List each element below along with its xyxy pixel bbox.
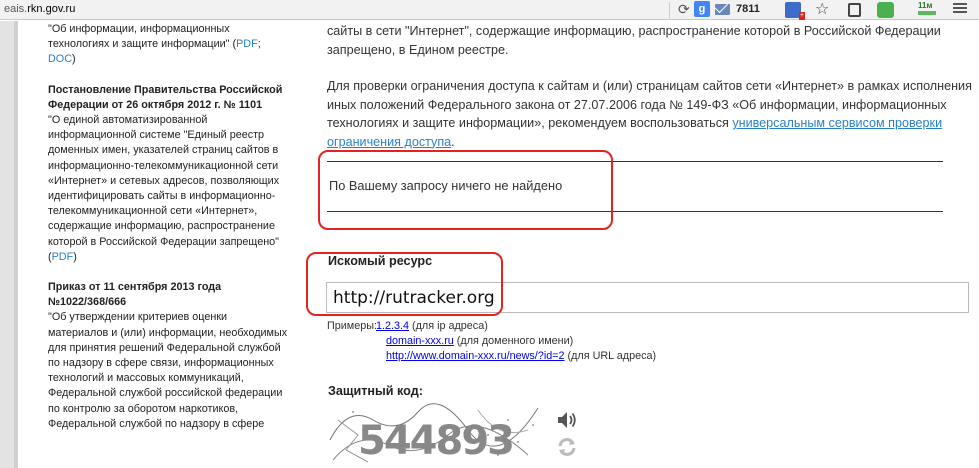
- bookmark-star-icon[interactable]: ☆: [815, 0, 829, 19]
- doc-order-title: Приказ от 11 сентября 2013 года №1022/36…: [48, 281, 222, 309]
- google-extension-icon[interactable]: g: [694, 1, 710, 17]
- highlight-resource: [306, 252, 503, 316]
- sidebar-doc-resolution: Постановление Правительства Российской Ф…: [48, 83, 290, 265]
- doc-law-end: ): [72, 53, 76, 66]
- check-end: .: [451, 134, 455, 149]
- speed-label: 11м: [918, 1, 933, 10]
- sidebar-doc-law: "Об информации, информационных технологи…: [48, 22, 290, 68]
- extension-badge: +: [798, 12, 805, 20]
- audio-captcha-icon[interactable]: [556, 410, 578, 435]
- example-domain-link[interactable]: domain-xxx.ru: [386, 335, 454, 347]
- intro-paragraph: сайты в сети "Интернет", содержащие инфо…: [327, 24, 941, 57]
- example-domain: domain-xxx.ru (для доменного имени): [386, 334, 573, 349]
- url-prefix: eais.: [4, 3, 28, 15]
- mail-count: 7811: [736, 3, 760, 15]
- example-ip: 1.2.3.4 (для ip адреса): [376, 319, 488, 334]
- reload-icon[interactable]: ⟳: [678, 1, 690, 18]
- sidebar-documents: "Об информации, информационных технологи…: [48, 22, 290, 447]
- example-url-link[interactable]: http://www.domain-xxx.ru/news/?id=2: [386, 350, 565, 362]
- doc-law-separator: ;: [257, 38, 261, 51]
- example-url: http://www.domain-xxx.ru/news/?id=2 (для…: [386, 349, 656, 364]
- doc-law-doc-link[interactable]: DOC: [48, 53, 72, 65]
- address-bar[interactable]: eais.rkn.gov.ru: [4, 3, 75, 15]
- doc-resolution-text: "О единой автоматизированной информацион…: [48, 114, 280, 263]
- speed-extension-icon[interactable]: 11м: [918, 1, 936, 15]
- toolbar-separator: [669, 2, 670, 18]
- refresh-captcha-icon[interactable]: [556, 436, 578, 463]
- example-domain-note: (для доменного имени): [453, 335, 574, 347]
- doc-order-text: "Об утверждении критериев оценки материа…: [48, 311, 288, 430]
- example-url-note: (для URL адреса): [564, 350, 657, 362]
- captcha-label: Защитный код:: [328, 384, 423, 398]
- browser-menu-icon[interactable]: [953, 3, 967, 15]
- doc-resolution-title: Постановление Правительства Российской Ф…: [48, 83, 283, 111]
- doc-resolution-end: ): [73, 250, 77, 263]
- notes-extension-icon[interactable]: [848, 3, 861, 17]
- doc-law-pdf-link[interactable]: PDF: [236, 38, 258, 50]
- browser-toolbar: eais.rkn.gov.ru ⟳ g 7811 + ☆ 11м: [0, 0, 979, 20]
- green-extension-icon[interactable]: [877, 2, 894, 18]
- main-content: сайты в сети "Интернет", содержащие инфо…: [327, 22, 972, 151]
- mail-icon[interactable]: [715, 4, 730, 15]
- captcha-image: 544893: [328, 400, 544, 468]
- doc-law-text: "Об информации, информационных технологи…: [48, 23, 237, 51]
- examples-label: Примеры:: [327, 320, 377, 332]
- extension-icon[interactable]: +: [785, 2, 805, 20]
- page-left-gutter: [0, 21, 18, 468]
- doc-resolution-pdf-link[interactable]: PDF: [52, 251, 74, 263]
- highlight-no-results: [318, 150, 613, 230]
- url-domain: rkn.gov.ru: [27, 3, 76, 15]
- sidebar-doc-order: Приказ от 11 сентября 2013 года №1022/36…: [48, 280, 290, 432]
- example-ip-link[interactable]: 1.2.3.4: [376, 320, 409, 332]
- check-paragraph: Для проверки ограничения доступа к сайта…: [327, 77, 972, 151]
- captcha-digits: 544893: [358, 418, 515, 464]
- example-ip-note: (для ip адреса): [409, 320, 488, 332]
